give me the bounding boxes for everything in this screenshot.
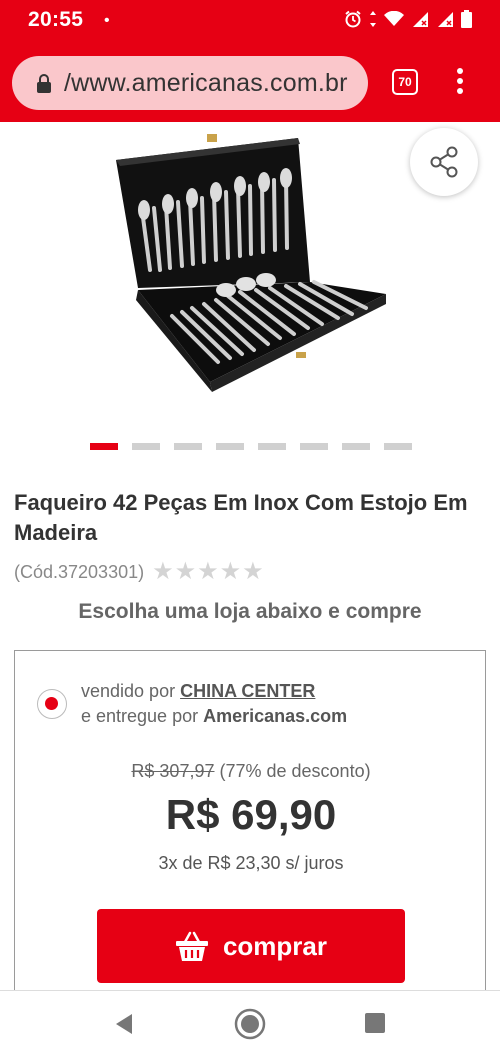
image-carousel-indicator <box>90 443 412 450</box>
buy-label: comprar <box>222 930 328 961</box>
offer-card: vendido por CHINA CENTER e entregue por … <box>14 650 486 1010</box>
discount-label: (77% de desconto) <box>214 761 371 781</box>
delivered-by-label: e entregue por <box>81 706 204 726</box>
carousel-dot[interactable] <box>132 443 160 450</box>
data-arrows-icon <box>370 11 376 27</box>
delivered-by-value: Americanas.com <box>203 706 348 726</box>
carousel-dot[interactable] <box>216 443 244 450</box>
system-nav-bar <box>0 990 500 1056</box>
sold-by-line: vendido por CHINA CENTER <box>81 681 315 702</box>
seller-link[interactable]: CHINA CENTER <box>180 681 315 701</box>
carousel-dot[interactable] <box>90 443 118 450</box>
status-bar: 20:55 • <box>0 0 500 44</box>
delivered-by-line: e entregue por Americanas.com <box>81 706 347 727</box>
wifi-icon <box>384 11 404 26</box>
old-price-row: R$ 307,97 (77% de desconto) <box>15 761 487 782</box>
product-meta: (Cód.37203301) ★ ★ ★ ★ ★ <box>14 560 264 584</box>
back-icon[interactable] <box>114 1013 134 1035</box>
signal-1-icon <box>413 12 428 27</box>
product-image[interactable] <box>100 130 400 400</box>
browser-chrome: 20:55 • /www.americanas.com.br 70 <box>0 0 500 122</box>
carousel-dot[interactable] <box>342 443 370 450</box>
sold-by-label: vendido por <box>81 681 181 701</box>
offer-radio[interactable] <box>37 689 67 719</box>
star-icon: ★ <box>152 558 174 585</box>
choose-store-heading: Escolha uma loja abaixo e compre <box>78 600 422 623</box>
recents-icon[interactable] <box>365 1013 385 1033</box>
status-time: 20:55 <box>28 8 84 31</box>
battery-icon <box>461 10 472 28</box>
carousel-dot[interactable] <box>300 443 328 450</box>
old-price: R$ 307,97 <box>131 761 215 781</box>
alarm-icon <box>345 10 361 28</box>
current-price: R$ 69,90 <box>165 791 337 838</box>
installments: 3x de R$ 23,30 s/ juros <box>158 853 344 873</box>
signal-2-icon <box>438 12 453 27</box>
more-vertical-icon[interactable] <box>454 68 466 98</box>
status-icons <box>344 10 472 28</box>
lock-icon <box>37 74 51 93</box>
product-title: Faqueiro 42 Peças Em Inox Com Estojo Em … <box>14 490 468 545</box>
carousel-dot[interactable] <box>258 443 286 450</box>
address-bar[interactable]: /www.americanas.com.br <box>12 56 368 110</box>
buy-button[interactable]: comprar <box>97 909 405 983</box>
notification-dot: • <box>104 12 110 29</box>
rating-stars[interactable]: ★ ★ ★ ★ ★ <box>152 560 264 584</box>
star-icon: ★ <box>197 558 219 585</box>
star-icon: ★ <box>174 558 197 585</box>
share-icon <box>430 146 458 178</box>
product-code: (Cód.37203301) <box>14 561 145 582</box>
share-button[interactable] <box>410 128 478 196</box>
carousel-dot[interactable] <box>384 443 412 450</box>
basket-icon <box>175 931 208 961</box>
star-icon: ★ <box>242 558 264 585</box>
tab-switcher-button[interactable]: 70 <box>392 69 418 95</box>
carousel-dot[interactable] <box>174 443 202 450</box>
home-icon[interactable] <box>234 1008 266 1040</box>
url-text: /www.americanas.com.br <box>64 69 348 97</box>
star-icon: ★ <box>219 558 242 585</box>
